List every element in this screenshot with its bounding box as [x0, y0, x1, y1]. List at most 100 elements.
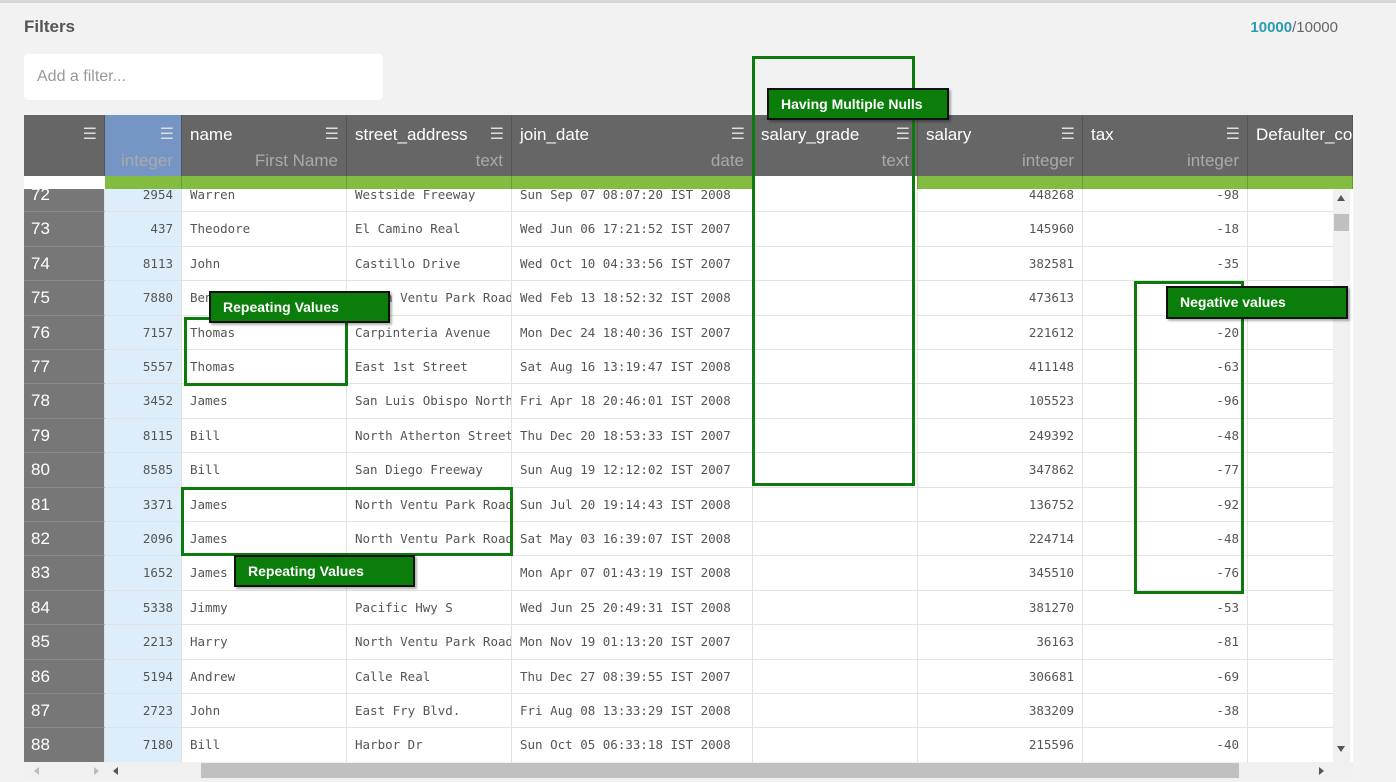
vertical-scroll-thumb[interactable] — [1334, 214, 1349, 231]
table-row[interactable]: 85 2213 Harry North Ventu Park Road Mon Nov … — [24, 625, 1333, 660]
scroll-left-arrow[interactable] — [113, 767, 118, 775]
cell-row-number: 88 — [24, 728, 105, 762]
table-row[interactable]: 86 5194 Andrew Calle Real Thu Dec 27 08:39:5… — [24, 659, 1333, 694]
cell-name: Warren — [182, 189, 347, 213]
cell-id: 2096 — [105, 522, 182, 557]
table-row[interactable]: 72 2954 Warren Westside Freeway Sun Sep 07 0… — [24, 189, 1333, 213]
cell-id: 2954 — [105, 189, 182, 213]
horizontal-scroll-thumb[interactable] — [201, 763, 1239, 778]
cell-defaulter — [1248, 556, 1333, 591]
cell-street-address: San Luis Obispo North — [347, 384, 512, 419]
cell-row-number: 80 — [24, 453, 105, 488]
column-header-name[interactable]: name ☰ First Name — [182, 115, 347, 176]
column-menu-icon[interactable]: ☰ — [325, 124, 339, 144]
column-header-tax[interactable]: tax ☰ integer — [1083, 115, 1248, 176]
cell-defaulter — [1248, 591, 1333, 626]
column-header-defaulter[interactable]: Defaulter_co — [1248, 115, 1353, 176]
column-filter-defaulter[interactable] — [1248, 176, 1353, 189]
column-filter-salary[interactable] — [918, 176, 1083, 189]
cell-name: John — [182, 694, 347, 729]
cell-id: 7180 — [105, 728, 182, 762]
cell-join-date: Sun Jul 20 19:14:43 IST 2008 — [512, 487, 753, 522]
cell-join-date: Sat Aug 16 13:19:47 IST 2008 — [512, 350, 753, 385]
cell-id: 5194 — [105, 659, 182, 694]
column-header-salary[interactable]: salary ☰ integer — [918, 115, 1083, 176]
cell-join-date: Wed Jun 06 17:21:52 IST 2007 — [512, 212, 753, 247]
cell-row-number: 82 — [24, 522, 105, 557]
column-filter-join-date[interactable] — [512, 176, 753, 189]
cell-street-address: Pacific Hwy S — [347, 590, 512, 626]
cell-id: 437 — [105, 212, 182, 247]
frozen-scroll-left-arrow[interactable] — [34, 767, 39, 775]
row-count-total: /10000 — [1292, 19, 1338, 36]
cell-salary: 136752 — [918, 487, 1083, 522]
cell-salary-grade — [753, 625, 918, 660]
cell-salary-grade — [753, 522, 918, 557]
column-header-street-address[interactable]: street_address ☰ text — [347, 115, 512, 176]
cell-tax: -81 — [1083, 625, 1248, 660]
cell-salary: 381270 — [918, 590, 1083, 626]
cell-defaulter — [1248, 488, 1333, 522]
column-menu-icon[interactable]: ☰ — [1226, 124, 1240, 144]
column-header-id[interactable]: ☰ integer — [105, 115, 182, 176]
cell-salary: 145960 — [918, 212, 1083, 247]
cell-salary-grade — [753, 487, 918, 522]
annotation-negative-box — [1134, 281, 1244, 594]
table-row[interactable]: 73 437 Theodore El Camino Real Wed Jun 06 17… — [24, 212, 1333, 247]
cell-defaulter — [1248, 694, 1333, 729]
cell-tax: -53 — [1083, 590, 1248, 626]
cell-street-address: Castillo Drive — [347, 246, 512, 282]
column-name: tax — [1091, 125, 1114, 144]
column-menu-icon[interactable]: ☰ — [490, 124, 504, 144]
grid-header: ☰ ☰ integer name ☰ First Name street_address ☰ t… — [24, 115, 1353, 176]
cell-id: 7157 — [105, 315, 182, 350]
cell-tax: -35 — [1083, 246, 1248, 282]
scroll-down-arrow[interactable] — [1337, 746, 1345, 752]
cell-row-number: 72 — [24, 189, 105, 213]
column-menu-icon[interactable]: ☰ — [1061, 124, 1075, 144]
frozen-scroll-right-arrow[interactable] — [94, 767, 99, 775]
cell-tax: -38 — [1083, 694, 1248, 729]
scroll-up-arrow[interactable] — [1337, 195, 1345, 201]
column-filter-name[interactable] — [182, 176, 347, 189]
cell-name: James — [182, 384, 347, 419]
table-row[interactable]: 74 8113 John Castillo Drive Wed Oct 10 04:33… — [24, 246, 1333, 282]
cell-salary: 382581 — [918, 246, 1083, 282]
table-row[interactable]: 87 2723 John East Fry Blvd. Fri Aug 08 13:33… — [24, 694, 1333, 729]
cell-name: Bill — [182, 453, 347, 488]
cell-salary: 215596 — [918, 728, 1083, 762]
table-row[interactable]: 84 5338 Jimmy Pacific Hwy S Wed Jun 25 20:49… — [24, 590, 1333, 626]
cell-street-address: San Diego Freeway — [347, 453, 512, 488]
cell-id: 2213 — [105, 625, 182, 660]
horizontal-scrollbar[interactable] — [24, 762, 1353, 779]
annotation-nulls-label: Having Multiple Nulls — [767, 88, 949, 120]
cell-join-date: Mon Dec 24 18:40:36 IST 2007 — [512, 315, 753, 350]
column-name: salary — [926, 125, 972, 144]
column-filter-id[interactable] — [105, 176, 182, 189]
annotation-negative-label: Negative values — [1166, 286, 1348, 319]
cell-id: 7880 — [105, 281, 182, 316]
vertical-scrollbar[interactable] — [1333, 189, 1350, 762]
cell-row-number: 86 — [24, 659, 105, 694]
cell-salary: 347862 — [918, 453, 1083, 488]
annotation-repeating-box-1 — [184, 317, 348, 386]
cell-defaulter — [1248, 728, 1333, 762]
column-filter-street-address[interactable] — [347, 176, 512, 189]
cell-street-address: Calle Real — [347, 659, 512, 694]
column-filter-tax[interactable] — [1083, 176, 1248, 189]
filter-input[interactable] — [24, 54, 383, 100]
cell-id: 5338 — [105, 590, 182, 626]
cell-id: 3452 — [105, 384, 182, 419]
table-row[interactable]: 88 7180 Bill Harbor Dr Sun Oct 05 06:33:18 I… — [24, 728, 1333, 762]
cell-join-date: Sun Oct 05 06:33:18 IST 2008 — [512, 728, 753, 762]
cell-defaulter — [1248, 316, 1333, 350]
cell-salary-grade — [753, 728, 918, 762]
column-header-join-date[interactable]: join_date ☰ date — [512, 115, 753, 176]
column-menu-icon[interactable]: ☰ — [731, 124, 745, 144]
column-menu-icon[interactable]: ☰ — [160, 124, 174, 144]
cell-street-address: East Fry Blvd. — [347, 694, 512, 729]
scroll-right-arrow[interactable] — [1319, 767, 1324, 775]
column-header-row-number[interactable]: ☰ — [24, 115, 105, 176]
cell-row-number: 77 — [24, 350, 105, 385]
column-menu-icon[interactable]: ☰ — [83, 124, 97, 144]
